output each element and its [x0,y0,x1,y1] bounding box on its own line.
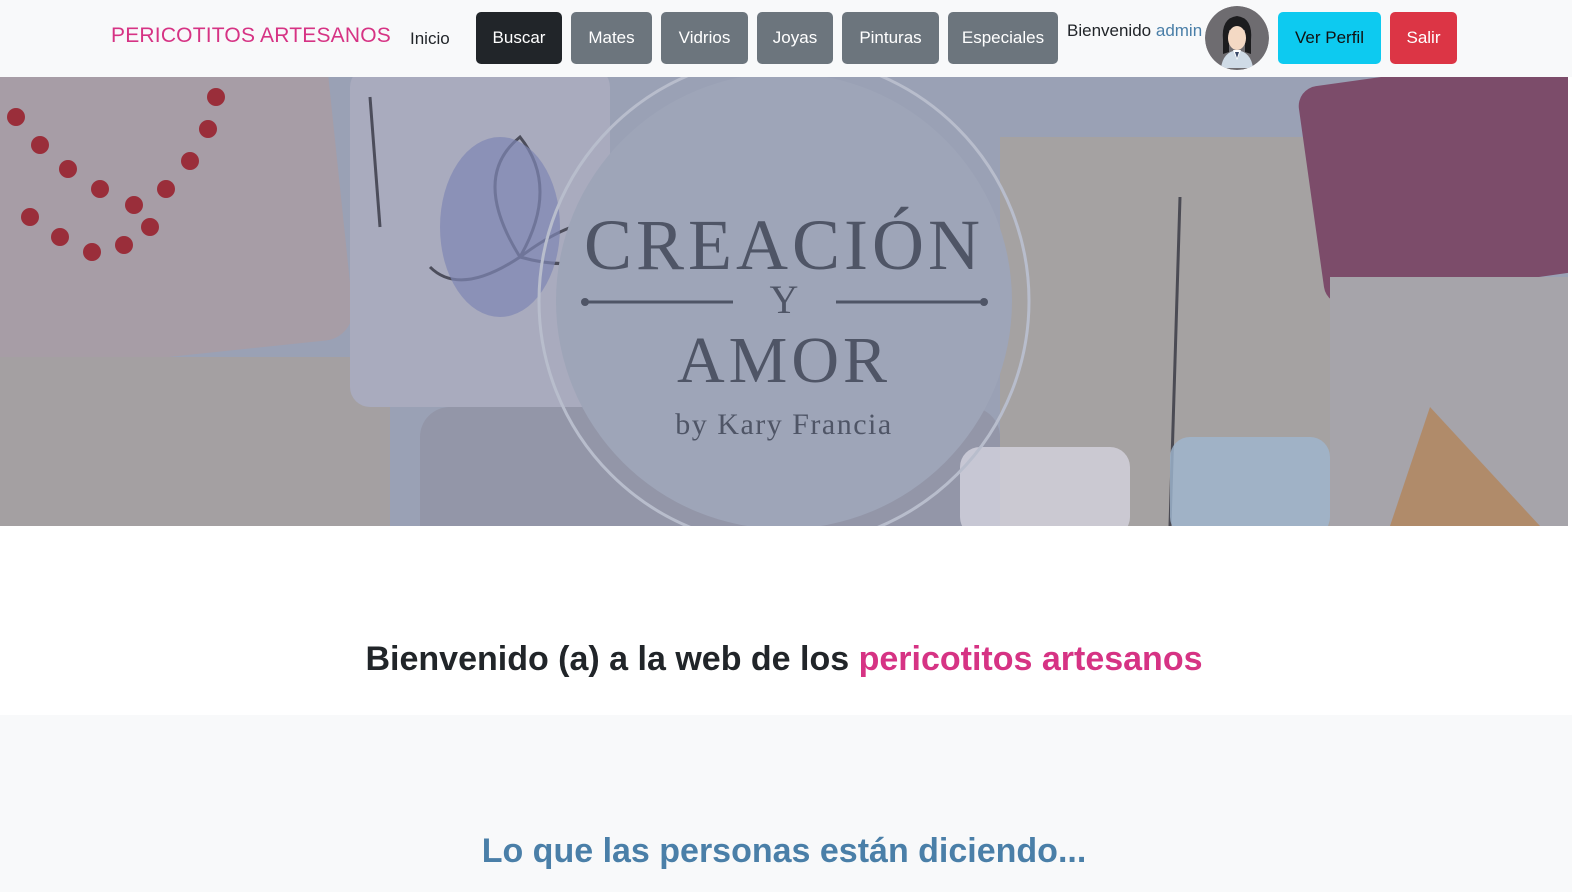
hero-logo-line1: CREACIÓN [584,205,984,285]
mates-button[interactable]: Mates [571,12,652,64]
top-navbar: PERICOTITOS ARTESANOS Inicio Buscar Mate… [0,0,1572,77]
welcome-heading-highlight: pericotitos artesanos [858,640,1203,678]
hero-logo-line2: Y [770,277,799,322]
welcome-text: Bienvenido admin [1067,21,1202,41]
nav-link-inicio[interactable]: Inicio [410,29,450,49]
welcome-heading-prefix: Bienvenido (a) a la web de los [365,640,850,678]
testimonials-heading: Lo que las personas están diciendo... [481,832,1087,870]
buscar-button[interactable]: Buscar [476,12,562,64]
hero-logo-line3: AMOR [677,324,891,397]
pinturas-button[interactable]: Pinturas [842,12,939,64]
username-label: admin [1155,21,1203,40]
hero-banner: CREACIÓN Y AMOR by Kary Francia [0,77,1568,526]
hero-collage-image: CREACIÓN Y AMOR by Kary Francia [0,77,1568,526]
hero-logo-byline: by Kary Francia [675,408,892,441]
ver-perfil-button[interactable]: Ver Perfil [1278,12,1381,64]
especiales-button[interactable]: Especiales [948,12,1058,64]
vidrios-button[interactable]: Vidrios [661,12,748,64]
user-avatar-icon[interactable] [1205,6,1269,70]
brand-link[interactable]: PERICOTITOS ARTESANOS [111,24,391,48]
joyas-button[interactable]: Joyas [757,12,833,64]
welcome-section [0,526,1572,715]
salir-button[interactable]: Salir [1390,12,1457,64]
welcome-heading: Bienvenido (a) a la web de los pericotit… [0,640,1568,679]
welcome-prefix: Bienvenido [1067,21,1152,40]
